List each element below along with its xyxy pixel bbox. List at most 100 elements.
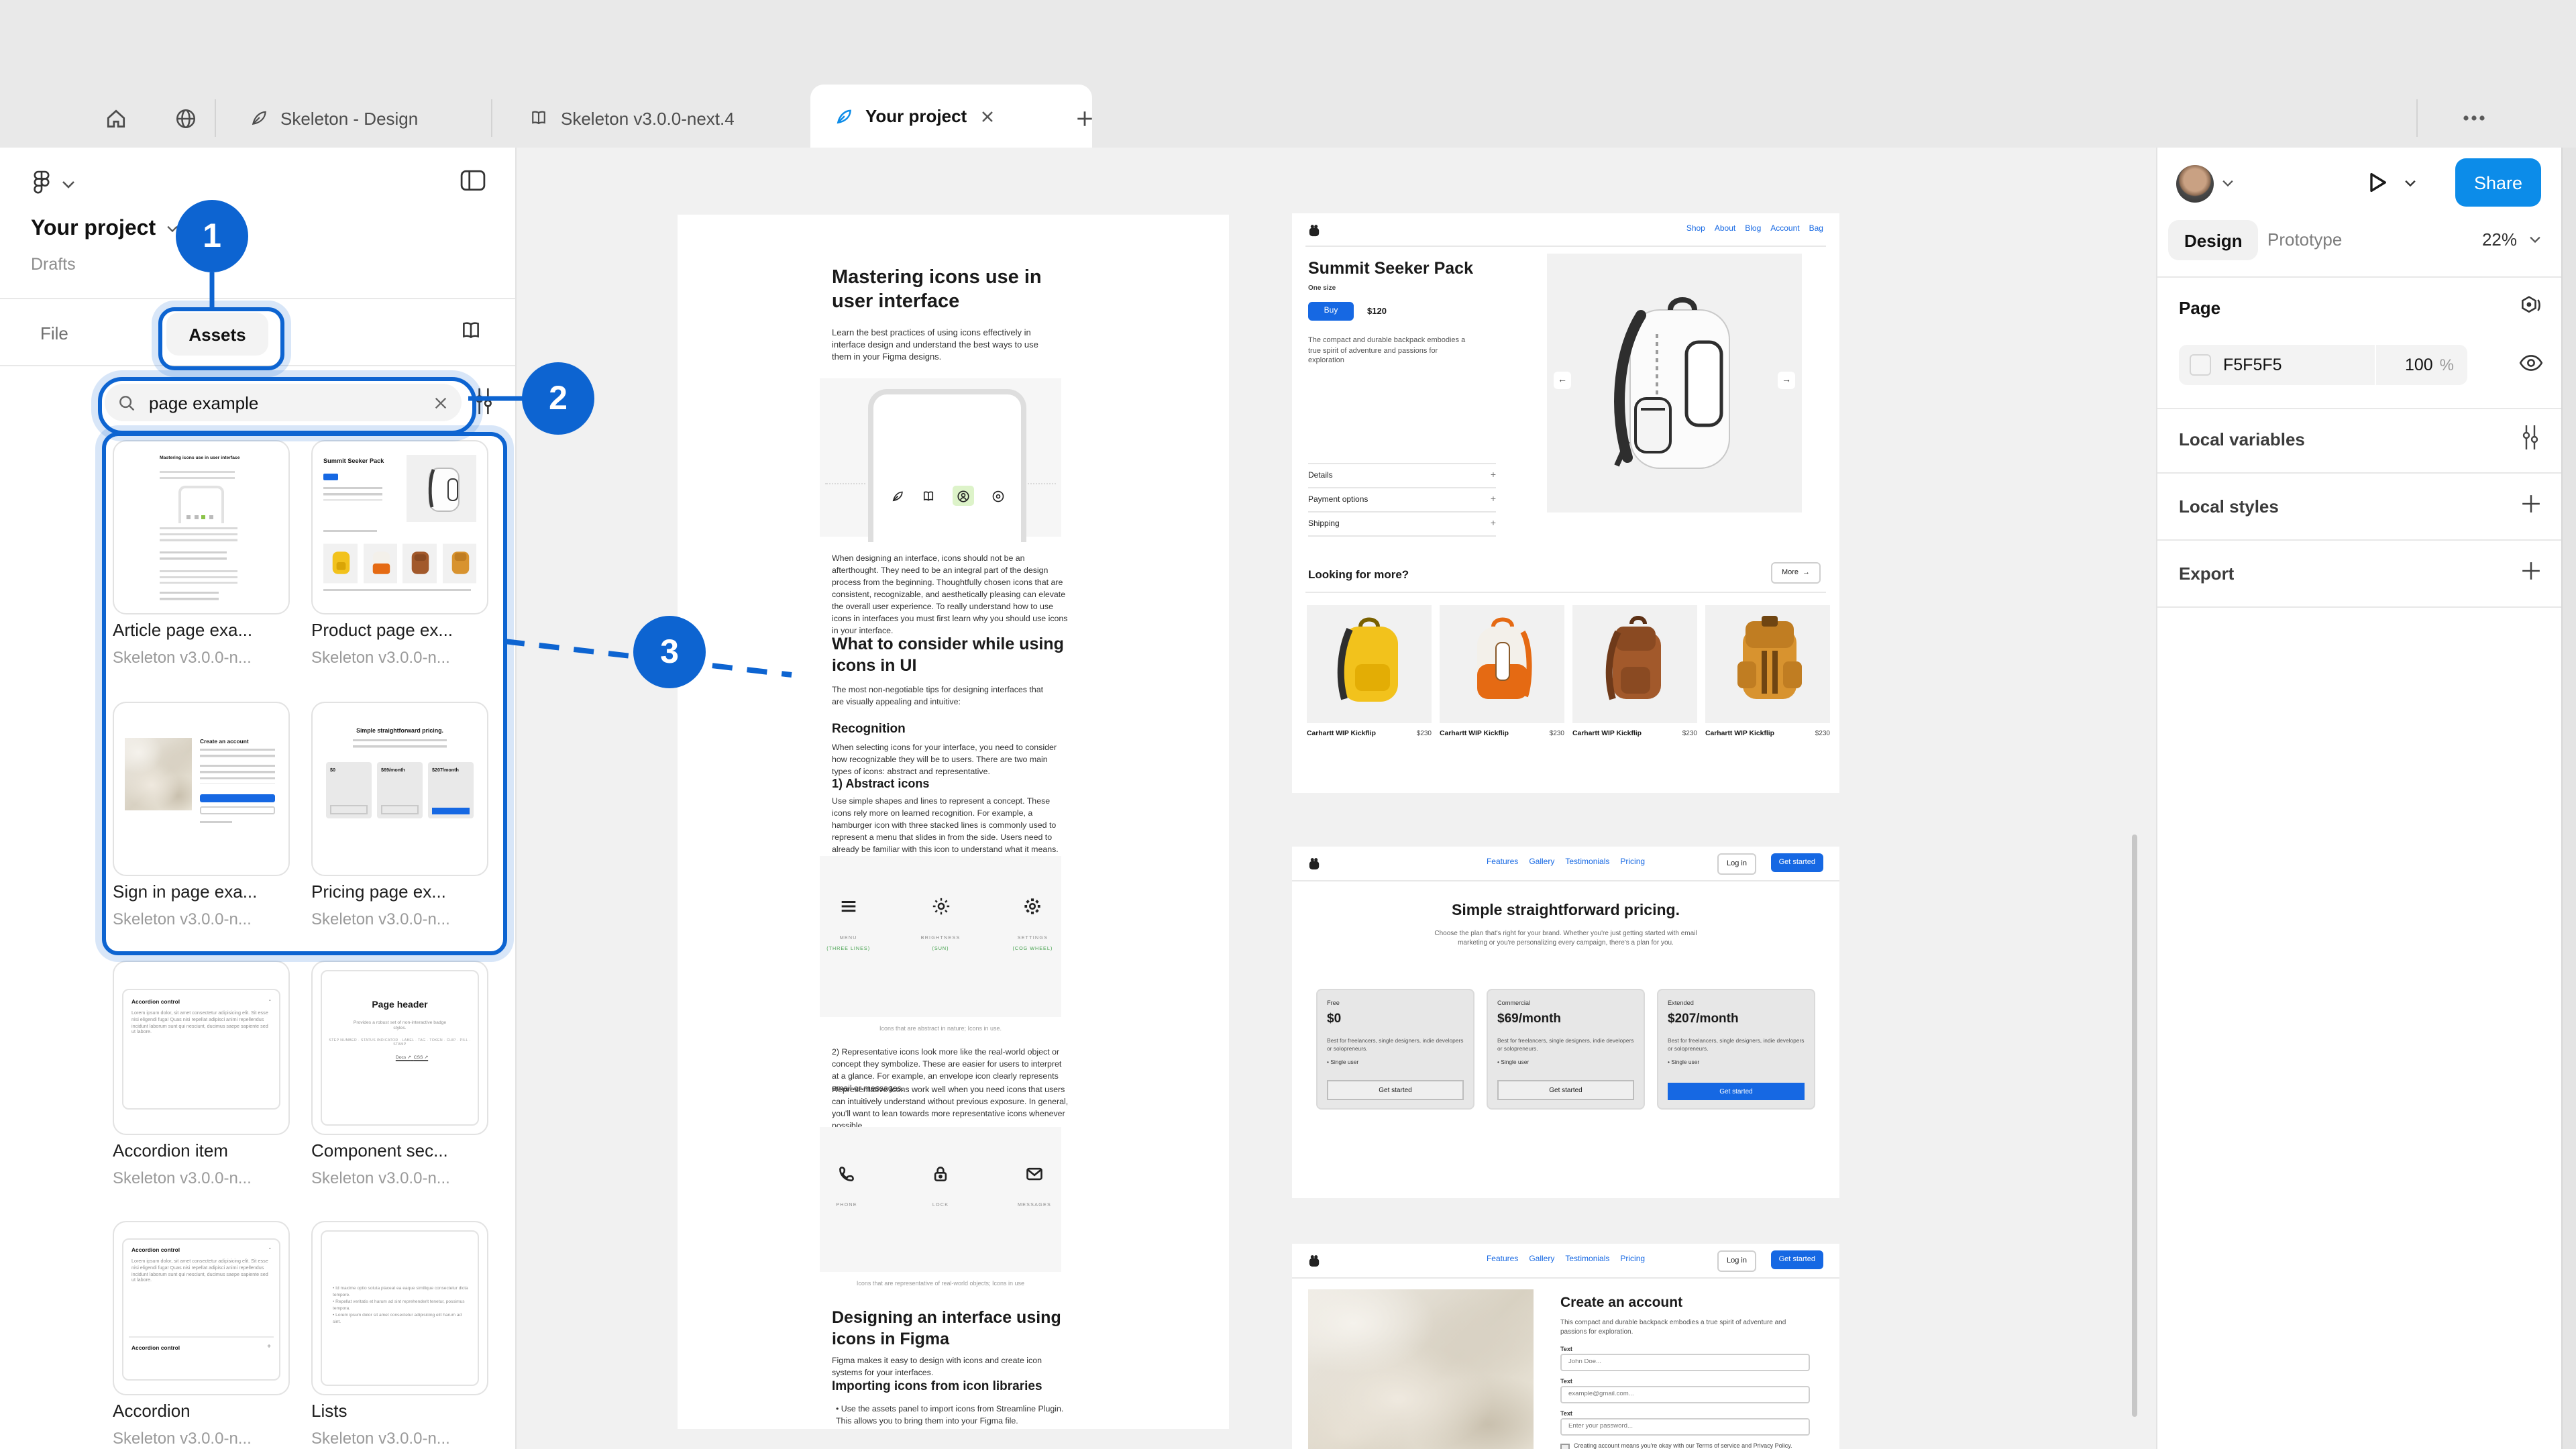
chevron-down-icon[interactable] — [2404, 180, 2416, 188]
mini-links: Docs ↗ CSS ↗ — [365, 1055, 459, 1060]
book-icon — [459, 319, 483, 342]
asset-lists[interactable]: • Id maxime optio soluta placeat ea eaqu… — [311, 1221, 488, 1395]
article-h4: 1) Abstract icons — [832, 777, 929, 790]
nav-link: Account — [1770, 225, 1799, 233]
variables-sliders-icon[interactable] — [2520, 424, 2541, 451]
article-text: The most non-negotiable tips for designi… — [832, 684, 1057, 708]
signup-title: Create an account — [1560, 1295, 1682, 1311]
pricing-title: Simple straightforward pricing. — [1292, 903, 1839, 919]
asset-library: Skeleton v3.0.0-n... — [113, 1429, 252, 1448]
opacity-percent: % — [2440, 356, 2454, 374]
divider — [2157, 408, 2563, 409]
tab-skeleton-design[interactable]: Skeleton - Design — [225, 89, 442, 148]
share-button[interactable]: Share — [2455, 158, 2541, 207]
product-size: One size — [1308, 284, 1336, 292]
figma-menu-button[interactable] — [30, 169, 54, 196]
tab-prototype[interactable]: Prototype — [2267, 229, 2342, 250]
name-input — [1560, 1354, 1810, 1371]
right-sidebar: Share Design Prototype 22% Page F5F5F5 1… — [2156, 148, 2563, 1449]
field-label: Text — [1560, 1410, 1572, 1417]
plan-cards: Free $0 Best for freelancers, single des… — [1316, 989, 1815, 1110]
ellipsis-icon — [2462, 114, 2486, 122]
color-swatch[interactable] — [2190, 354, 2211, 376]
leaf-icon — [890, 489, 904, 502]
page-section-label: Page — [2179, 298, 2220, 318]
accordion-row-payment: Payment options+ — [1308, 487, 1496, 511]
canvas-frame-product[interactable]: Shop About Blog Account Bag Summit Seeke… — [1292, 213, 1839, 793]
product-card: Carhartt WIP Kickflip$230 — [1307, 605, 1432, 738]
chevron-down-icon[interactable] — [62, 180, 75, 189]
eye-icon[interactable] — [2518, 353, 2544, 373]
toggle-sidebar-button[interactable] — [460, 169, 486, 192]
divider — [2157, 539, 2563, 541]
more-menu-button[interactable] — [2445, 89, 2504, 148]
avatar[interactable] — [2176, 165, 2214, 203]
home-icon — [104, 107, 127, 129]
page-color-field[interactable]: F5F5F5 — [2179, 345, 2375, 385]
window-toolbar: Skeleton - Design Skeleton v3.0.0-next.4… — [0, 0, 2576, 148]
tab-label: Skeleton v3.0.0-next.4 — [561, 108, 735, 128]
email-input — [1560, 1386, 1810, 1403]
figma-app: Skeleton - Design Skeleton v3.0.0-next.4… — [0, 0, 2576, 1449]
nav-link: Pricing — [1620, 859, 1645, 867]
window-scrollbar-gutter[interactable] — [2561, 148, 2576, 1449]
figure-caption: Icons that are abstract in nature; Icons… — [820, 1025, 1061, 1032]
carousel-prev-button: ← — [1554, 372, 1571, 389]
product-description: The compact and durable backpack embodie… — [1308, 337, 1466, 367]
asset-accordion[interactable]: Accordion control - Lorem ipsum dolor, s… — [113, 1221, 290, 1395]
page-opacity-field[interactable]: 100 % — [2376, 345, 2467, 385]
asset-library: Skeleton v3.0.0-n... — [311, 1169, 450, 1187]
play-icon[interactable] — [2367, 170, 2388, 195]
article-text: Use simple shapes and lines to represent… — [832, 796, 1071, 856]
login-button: Log in — [1717, 1250, 1756, 1272]
zoom-level[interactable]: 22% — [2482, 229, 2517, 250]
pricing-subtitle: Choose the plan that's right for your br… — [1432, 930, 1700, 949]
tab-separator — [491, 99, 492, 137]
asset-library: Skeleton v3.0.0-n... — [113, 1169, 252, 1187]
highlighted-icon-bg — [952, 486, 973, 506]
signup-nav: Features Gallery Testimonials Pricing — [1292, 1256, 1839, 1264]
tab-file[interactable]: File — [40, 323, 68, 343]
plan-cta-primary: Get started — [1668, 1083, 1805, 1100]
divider — [1305, 246, 1826, 247]
article-h3: Recognition — [832, 722, 906, 737]
nav-link: Pricing — [1620, 1256, 1645, 1264]
canvas-frame-pricing[interactable]: Features Gallery Testimonials Pricing Lo… — [1292, 847, 1839, 1198]
nav-link: Features — [1487, 1256, 1518, 1264]
new-tab-button[interactable] — [1055, 89, 1114, 148]
article-paragraph: When designing an interface, icons shoul… — [832, 553, 1068, 637]
product-accordion: Details+ Payment options+ Shipping+ — [1308, 463, 1496, 537]
canvas-frame-article[interactable]: Mastering icons use in user interface Le… — [678, 215, 1229, 1429]
nav-link: Features — [1487, 859, 1518, 867]
variable-modes-icon[interactable] — [2518, 294, 2541, 317]
libraries-button[interactable] — [459, 319, 483, 342]
community-button[interactable] — [156, 89, 215, 148]
add-style-icon[interactable] — [2521, 494, 2541, 514]
product-photo: ← → — [1547, 254, 1802, 513]
login-button: Log in — [1717, 853, 1756, 875]
nav-link: Gallery — [1529, 1256, 1554, 1264]
product-title: Summit Seeker Pack — [1308, 259, 1473, 278]
home-button[interactable] — [86, 89, 145, 148]
target-icon — [991, 489, 1004, 502]
plan-card-extended: Extended $207/month Best for freelancers… — [1657, 989, 1815, 1110]
close-icon[interactable] — [979, 108, 995, 124]
asset-name: Accordion item — [113, 1140, 228, 1161]
chevron-down-icon[interactable] — [2222, 180, 2234, 188]
tab-your-project[interactable]: Your project — [810, 85, 1092, 148]
canvas-scrollbar[interactable] — [2132, 835, 2137, 1417]
asset-component-section[interactable]: Page header Provides a robust set of non… — [311, 961, 488, 1135]
chevron-down-icon[interactable] — [2529, 236, 2541, 244]
asset-accordion-item[interactable]: Accordion control - Lorem ipsum dolor, s… — [113, 961, 290, 1135]
pen-nib-icon — [835, 107, 853, 125]
project-title[interactable]: Your project — [31, 217, 178, 241]
pen-nib-icon — [250, 109, 268, 127]
accordion-row-details: Details+ — [1308, 463, 1496, 487]
tab-separator — [215, 99, 216, 137]
plan-cta: Get started — [1497, 1080, 1634, 1100]
canvas-frame-signup[interactable]: Features Gallery Testimonials Pricing Lo… — [1292, 1244, 1839, 1449]
tab-design[interactable]: Design — [2168, 220, 2259, 260]
tab-skeleton-library[interactable]: Skeleton v3.0.0-next.4 — [504, 89, 759, 148]
add-export-icon[interactable] — [2521, 561, 2541, 581]
divider — [2157, 276, 2563, 278]
